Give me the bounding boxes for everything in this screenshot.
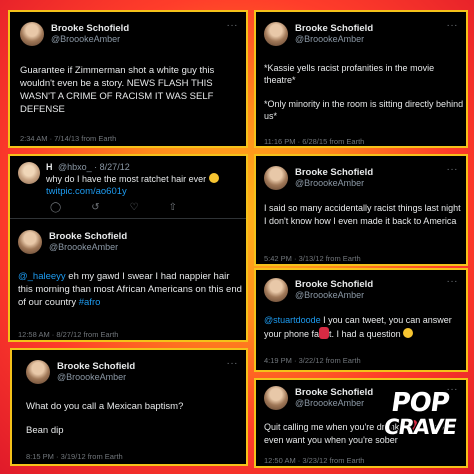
hashtag-link[interactable]: #afro — [79, 297, 101, 308]
author-name[interactable]: Brooke Schofield — [295, 23, 373, 34]
tweet-timestamp[interactable]: 2:34 AM · 7/14/13 from Earth — [20, 134, 116, 143]
author-handle[interactable]: @BroookeAmber — [295, 290, 373, 301]
redaction-mark — [319, 326, 330, 339]
like-icon[interactable]: ♡ — [130, 202, 139, 213]
more-options-icon[interactable]: ··· — [227, 358, 239, 369]
tweet-timestamp[interactable]: 12:50 AM · 3/23/12 from Earth — [264, 456, 364, 465]
author-name[interactable]: Brooke Schofield — [49, 231, 127, 242]
tweet-header: Brooke Schofield @BroookeAmber — [264, 386, 373, 410]
avatar[interactable] — [264, 386, 288, 410]
tweet-text-second: *Only minority in the room is sitting di… — [264, 99, 464, 121]
more-options-icon[interactable]: ··· — [447, 276, 459, 287]
author-handle[interactable]: @BroookeAmber — [295, 34, 373, 45]
twitpic-link[interactable]: twitpic.com/ao601y — [46, 185, 127, 198]
author-handle[interactable]: @BroookeAmber — [295, 178, 373, 189]
author-handle[interactable]: @BroookeAmber — [49, 242, 127, 253]
tweet-timestamp[interactable]: 12:58 AM · 8/27/12 from Earth — [18, 330, 118, 339]
mention-link[interactable]: @stuartdoode — [264, 315, 321, 325]
more-options-icon[interactable]: ··· — [227, 20, 239, 31]
reply-text-content: why do I have the most ratchet hair ever — [46, 174, 207, 184]
logo-line-pop: POP — [389, 388, 451, 418]
reply-actions: ◯ ↺ ♡ ⇧ — [50, 202, 177, 213]
tweet-card-kassie[interactable]: Brooke Schofield @BroookeAmber ··· *Kass… — [254, 10, 468, 148]
tweet-card-stuartdoode[interactable]: Brooke Schofield @BroookeAmber ··· @stua… — [254, 268, 468, 372]
avatar[interactable] — [26, 360, 50, 384]
tweet-text-second: Bean dip — [26, 425, 64, 436]
tweet-text: @stuartdoode I you can tweet, you can an… — [264, 314, 464, 340]
tweet-text: What do you call a Mexican baptism? — [26, 401, 184, 412]
logo-line-crave: CRAVE — [382, 415, 458, 439]
avatar[interactable] — [20, 22, 44, 46]
tweet-text-part-b: t. I had a question — [329, 328, 404, 339]
author-name[interactable]: Brooke Schofield — [57, 361, 135, 372]
sweat-smile-emoji-icon — [403, 327, 414, 338]
tweet-timestamp[interactable]: 8:15 PM · 3/19/12 from Earth — [26, 452, 123, 461]
tweet-timestamp[interactable]: 4:19 PM · 3/22/12 from Earth — [264, 356, 361, 365]
divider — [10, 218, 246, 219]
tweet-text: Guarantee if Zimmerman shot a white guy … — [20, 65, 215, 115]
reply-avatar[interactable] — [18, 162, 40, 184]
tweet-header: Brooke Schofield @BroookeAmber — [18, 230, 127, 254]
tweet-header: Brooke Schofield @BroookeAmber — [20, 22, 129, 46]
reply-author[interactable]: H @hbxo_ · 8/27/12 — [46, 162, 130, 172]
pop-crave-logo: POP CRAVE — [380, 388, 460, 470]
tweet-timestamp[interactable]: 11:16 PM · 6/28/15 from Earth — [264, 137, 364, 146]
tweet-header: Brooke Schofield @BroookeAmber — [264, 278, 373, 302]
more-options-icon[interactable]: ··· — [447, 164, 459, 175]
author-name[interactable]: Brooke Schofield — [295, 387, 373, 398]
grimace-emoji-icon — [208, 173, 219, 183]
tweet-text: I said so many accidentally racist thing… — [264, 203, 461, 226]
tweet-card-america[interactable]: Brooke Schofield @BroookeAmber ··· I sai… — [254, 154, 468, 266]
more-options-icon[interactable]: ··· — [447, 20, 459, 31]
tweet-header: Brooke Schofield @BroookeAmber — [264, 22, 373, 46]
avatar[interactable] — [264, 166, 288, 190]
author-name[interactable]: Brooke Schofield — [295, 167, 373, 178]
share-icon[interactable]: ⇧ — [169, 202, 177, 213]
avatar[interactable] — [18, 230, 42, 254]
author-handle[interactable]: @BroookeAmber — [295, 398, 373, 409]
author-name[interactable]: Brooke Schofield — [51, 23, 129, 34]
avatar[interactable] — [264, 278, 288, 302]
retweet-icon[interactable]: ↺ — [91, 202, 99, 213]
author-handle[interactable]: @BroookeAmber — [51, 34, 129, 45]
reply-name: H — [46, 162, 53, 172]
tweet-text: @_haleeyy eh my gawd I swear I had nappi… — [18, 270, 244, 309]
tweet-card-afro[interactable]: H @hbxo_ · 8/27/12 why do I have the mos… — [8, 154, 248, 342]
tweet-card-zimmerman[interactable]: Brooke Schofield @BroookeAmber ··· Guara… — [8, 10, 248, 148]
tweet-timestamp[interactable]: 5:42 PM · 3/13/12 from Earth — [264, 254, 361, 263]
author-name[interactable]: Brooke Schofield — [295, 279, 373, 290]
tweet-text: *Kassie yells racist profanities in the … — [264, 63, 435, 85]
reply-icon[interactable]: ◯ — [50, 202, 61, 213]
mention-link[interactable]: @_haleeyy — [18, 271, 66, 282]
reply-handle: @hbxo_ · 8/27/12 — [58, 162, 130, 172]
tweet-header: Brooke Schofield @BroookeAmber — [264, 166, 373, 190]
author-handle[interactable]: @BroookeAmber — [57, 372, 135, 383]
avatar[interactable] — [264, 22, 288, 46]
tweet-header: Brooke Schofield @BroookeAmber — [26, 360, 135, 384]
reply-header — [18, 162, 40, 184]
tweet-card-baptism[interactable]: Brooke Schofield @BroookeAmber ··· What … — [10, 348, 248, 466]
